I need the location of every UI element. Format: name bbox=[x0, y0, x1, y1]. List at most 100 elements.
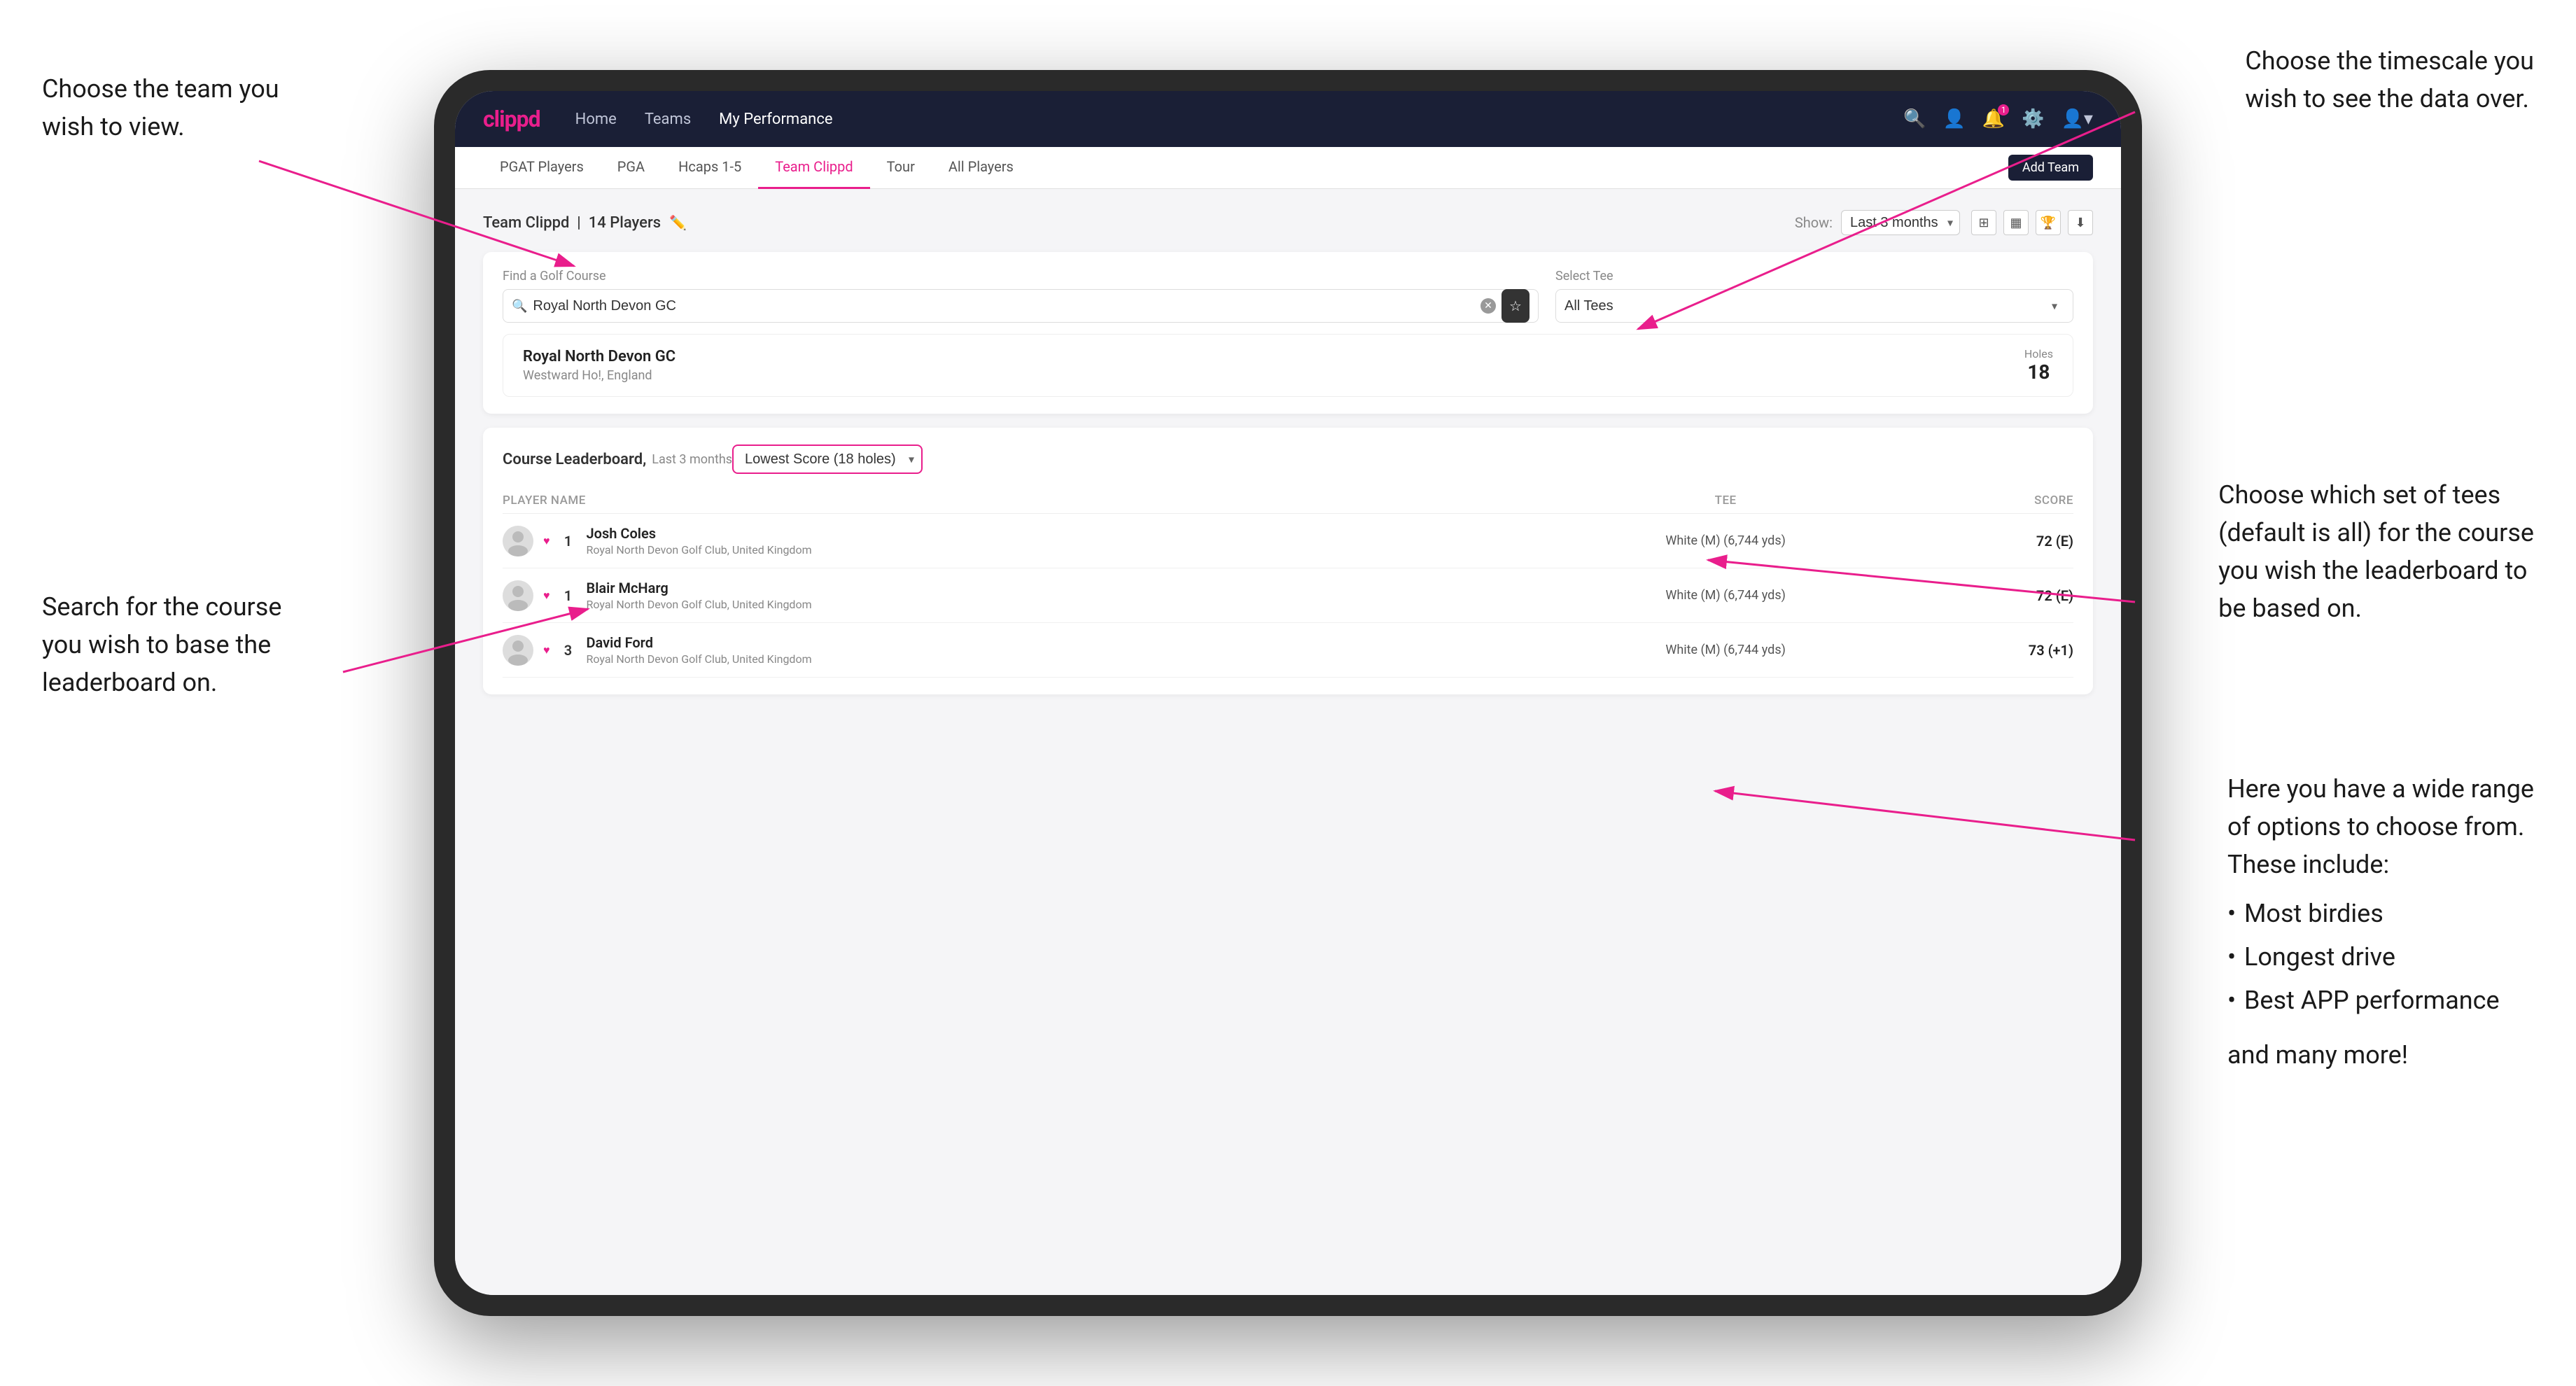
player-cell-1: ♥ 1 Blair McHarg Royal North Devon Golf … bbox=[503, 568, 1527, 623]
grid-view-icon[interactable]: ⊞ bbox=[1971, 210, 1996, 235]
annotation-bottom-right: Here you have a wide range of options to… bbox=[2227, 770, 2534, 1074]
table-row: ♥ 1 Blair McHarg Royal North Devon Golf … bbox=[503, 568, 2073, 623]
user-avatar-icon[interactable]: 👤▾ bbox=[2062, 108, 2093, 130]
nav-home[interactable]: Home bbox=[575, 111, 617, 128]
search-panel: Find a Golf Course 🔍 ✕ ☆ Select Tee bbox=[483, 252, 2093, 414]
course-result: Royal North Devon GC Westward Ho!, Engla… bbox=[503, 334, 2073, 397]
player-club-2: Royal North Devon Golf Club, United King… bbox=[587, 652, 812, 666]
score-type-dropdown[interactable]: Lowest Score (18 holes) bbox=[732, 444, 923, 474]
nav-teams[interactable]: Teams bbox=[645, 111, 691, 128]
search-magnifier-icon: 🔍 bbox=[512, 299, 527, 314]
trophy-icon[interactable]: 🏆 bbox=[2036, 210, 2061, 235]
annotation-timescale-label: Choose the timescale you wish to see the… bbox=[2245, 42, 2534, 118]
clear-search-button[interactable]: ✕ bbox=[1480, 298, 1496, 314]
navbar-icons: 🔍 👤 🔔1 ⚙️ 👤▾ bbox=[1903, 108, 2093, 130]
edit-team-icon[interactable]: ✏️ bbox=[669, 214, 687, 231]
card-view-icon[interactable]: ▦ bbox=[2003, 210, 2029, 235]
search-input-wrapper: 🔍 ✕ ☆ bbox=[503, 289, 1539, 323]
annotation-tees-label: Choose which set of tees (default is all… bbox=[2218, 476, 2534, 627]
tablet-screen: clippd Home Teams My Performance 🔍 👤 🔔1 … bbox=[455, 91, 2121, 1295]
rank-2: 3 bbox=[560, 642, 577, 659]
subnav-team-clippd[interactable]: Team Clippd bbox=[758, 147, 869, 189]
holes-label: Holes bbox=[2024, 347, 2053, 360]
subnav-pga[interactable]: PGA bbox=[601, 147, 662, 189]
navbar-links: Home Teams My Performance bbox=[575, 111, 1868, 128]
rank-1: 1 bbox=[560, 587, 577, 604]
tablet-frame: clippd Home Teams My Performance 🔍 👤 🔔1 … bbox=[434, 70, 2142, 1316]
leaderboard-title: Course Leaderboard, bbox=[503, 451, 646, 468]
holes-number: 18 bbox=[2024, 360, 2053, 384]
subnav-tour[interactable]: Tour bbox=[870, 147, 932, 189]
col-player: PLAYER NAME bbox=[503, 488, 1527, 514]
course-name: Royal North Devon GC bbox=[523, 348, 676, 365]
team-header: Team Clippd | 14 Players ✏️ Show: Last 3… bbox=[483, 210, 2093, 235]
sub-nav: PGAT Players PGA Hcaps 1-5 Team Clippd T… bbox=[455, 147, 2121, 189]
and-more-text: and many more! bbox=[2227, 1036, 2534, 1074]
player-club-0: Royal North Devon Golf Club, United King… bbox=[587, 543, 812, 556]
settings-icon[interactable]: ⚙️ bbox=[2022, 108, 2044, 130]
find-course-label: Find a Golf Course bbox=[503, 269, 1539, 284]
tee-cell-2: White (M) (6,744 yds) bbox=[1527, 623, 1924, 678]
select-tee-label: Select Tee bbox=[1555, 269, 2073, 284]
score-cell-0: 72 (E) bbox=[1924, 514, 2073, 568]
annotation-top-left: Choose the team you wish to view. bbox=[42, 70, 279, 146]
course-search-group: Find a Golf Course 🔍 ✕ ☆ bbox=[503, 269, 1539, 323]
tee-dropdown-wrapper: All Tees bbox=[1564, 298, 2064, 314]
annotation-search-label: Search for the course you wish to base t… bbox=[42, 588, 281, 701]
leaderboard-table: PLAYER NAME TEE SCORE ♥ 1 Josh C bbox=[503, 488, 2073, 678]
annotation-middle-right: Choose which set of tees (default is all… bbox=[2218, 476, 2534, 627]
bell-icon[interactable]: 🔔1 bbox=[1982, 108, 2005, 130]
table-row: ♥ 3 David Ford Royal North Devon Golf Cl… bbox=[503, 623, 2073, 678]
player-info-2: David Ford Royal North Devon Golf Club, … bbox=[587, 634, 812, 666]
heart-icon-0[interactable]: ♥ bbox=[543, 534, 550, 548]
show-dropdown[interactable]: Last 3 months bbox=[1841, 210, 1960, 235]
tee-select-group: Select Tee All Tees bbox=[1555, 269, 2073, 323]
search-icon[interactable]: 🔍 bbox=[1903, 108, 1926, 130]
heart-icon-2[interactable]: ♥ bbox=[543, 643, 550, 657]
player-club-1: Royal North Devon Golf Club, United King… bbox=[587, 598, 812, 611]
heart-icon-1[interactable]: ♥ bbox=[543, 589, 550, 603]
tee-cell-0: White (M) (6,744 yds) bbox=[1527, 514, 1924, 568]
bullet-item-1: Most birdies bbox=[2227, 895, 2534, 932]
favorite-button[interactable]: ☆ bbox=[1502, 289, 1530, 323]
course-search-input[interactable] bbox=[533, 298, 1475, 314]
player-avatar-2 bbox=[503, 635, 533, 666]
subnav-all-players[interactable]: All Players bbox=[932, 147, 1030, 189]
people-icon[interactable]: 👤 bbox=[1942, 108, 1965, 130]
search-row: Find a Golf Course 🔍 ✕ ☆ Select Tee bbox=[503, 269, 2073, 323]
player-avatar-1 bbox=[503, 580, 533, 611]
player-avatar-0 bbox=[503, 526, 533, 556]
leaderboard-subtitle: Last 3 months bbox=[652, 452, 732, 467]
bullet-item-2: Longest drive bbox=[2227, 938, 2534, 976]
subnav-hcaps[interactable]: Hcaps 1-5 bbox=[662, 147, 758, 189]
app-logo: clippd bbox=[483, 106, 540, 132]
annotation-team-label: Choose the team you wish to view. bbox=[42, 70, 279, 146]
rank-0: 1 bbox=[560, 533, 577, 550]
download-icon[interactable]: ⬇ bbox=[2068, 210, 2093, 235]
player-name-2: David Ford bbox=[587, 634, 812, 651]
show-dropdown-wrapper: Last 3 months bbox=[1841, 210, 1960, 235]
course-location: Westward Ho!, England bbox=[523, 368, 676, 383]
annotation-options-label: Here you have a wide range of options to… bbox=[2227, 770, 2534, 1074]
main-content: Team Clippd | 14 Players ✏️ Show: Last 3… bbox=[455, 189, 2121, 1295]
player-cell-0: ♥ 1 Josh Coles Royal North Devon Golf Cl… bbox=[503, 514, 1527, 568]
leaderboard-panel: Course Leaderboard, Last 3 months Lowest… bbox=[483, 428, 2093, 694]
team-title: Team Clippd | 14 Players bbox=[483, 214, 661, 232]
annotation-bottom-left: Search for the course you wish to base t… bbox=[42, 588, 281, 701]
annotation-top-right: Choose the timescale you wish to see the… bbox=[2245, 42, 2534, 118]
nav-my-performance[interactable]: My Performance bbox=[719, 111, 832, 128]
tee-cell-1: White (M) (6,744 yds) bbox=[1527, 568, 1924, 623]
table-row: ♥ 1 Josh Coles Royal North Devon Golf Cl… bbox=[503, 514, 2073, 568]
view-icons: ⊞ ▦ 🏆 ⬇ bbox=[1971, 210, 2093, 235]
score-cell-1: 72 (E) bbox=[1924, 568, 2073, 623]
subnav-pgat[interactable]: PGAT Players bbox=[483, 147, 601, 189]
leaderboard-header: Course Leaderboard, Last 3 months Lowest… bbox=[503, 444, 2073, 474]
player-info-1: Blair McHarg Royal North Devon Golf Club… bbox=[587, 580, 812, 611]
tee-select-wrapper: All Tees bbox=[1555, 289, 2073, 323]
show-label: Show: bbox=[1795, 214, 1833, 231]
app-navbar: clippd Home Teams My Performance 🔍 👤 🔔1 … bbox=[455, 91, 2121, 147]
tee-dropdown[interactable]: All Tees bbox=[1564, 298, 1614, 314]
score-type-wrapper: Lowest Score (18 holes) bbox=[732, 444, 923, 474]
add-team-button[interactable]: Add Team bbox=[2008, 155, 2093, 181]
player-info-0: Josh Coles Royal North Devon Golf Club, … bbox=[587, 525, 812, 556]
